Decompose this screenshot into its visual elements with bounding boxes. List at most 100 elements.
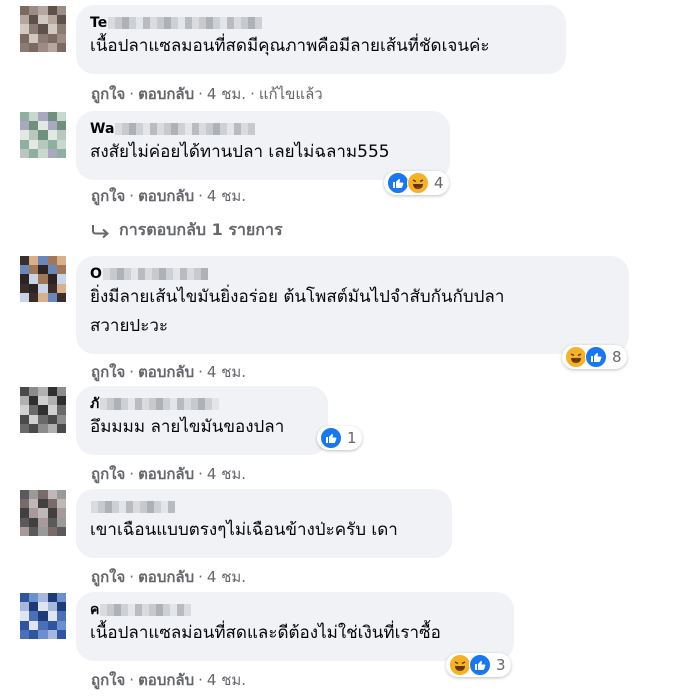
reply-link[interactable]: ตอบกลับ <box>138 187 194 205</box>
reply-link[interactable]: ตอบกลับ <box>138 85 194 103</box>
blur-pixel <box>135 604 143 616</box>
blurred-name <box>102 268 208 280</box>
blur-pixel <box>114 398 122 410</box>
avatar-pixel <box>56 396 66 406</box>
comment-bubble: ค เนื้อปลาแซลม่อนที่สดและดีต้องไม่ใช่เงิ… <box>76 592 514 661</box>
blur-pixel <box>170 398 178 410</box>
blur-pixel <box>136 17 144 29</box>
timestamp[interactable]: 4 ชม. <box>207 187 246 205</box>
avatar-pixel <box>38 130 48 140</box>
edited-label[interactable]: แก้ไขแล้ว <box>259 85 323 103</box>
blur-pixel <box>142 604 150 616</box>
reply-link[interactable]: ตอบกลับ <box>138 671 194 689</box>
view-replies-link[interactable]: การตอบกลับ 1 รายการ <box>91 218 283 243</box>
reply-link[interactable]: ตอบกลับ <box>138 465 194 483</box>
avatar-pixel <box>56 112 66 122</box>
comment-actions: ถูกใจ · ตอบกลับ · 4 ชม. · แก้ไขแล้ว <box>91 82 323 106</box>
avatar-pixel <box>47 148 57 158</box>
blur-pixel <box>177 604 185 616</box>
blurred-name <box>115 123 256 135</box>
blur-pixel <box>157 17 165 29</box>
avatar-pixel <box>29 265 39 275</box>
timestamp[interactable]: 4 ชม. <box>207 85 246 103</box>
blur-pixel <box>185 17 193 29</box>
commenter-name[interactable]: Te <box>90 14 552 32</box>
avatar-pixel <box>47 593 57 603</box>
blur-pixel <box>199 123 207 135</box>
avatar-pixel <box>20 256 30 266</box>
avatar-pixel <box>29 42 39 52</box>
blur-pixel <box>177 398 185 410</box>
blur-pixel <box>123 268 131 280</box>
avatar[interactable] <box>20 490 66 536</box>
timestamp[interactable]: 4 ชม. <box>207 671 246 689</box>
blur-pixel <box>234 123 242 135</box>
timestamp[interactable]: 4 ชม. <box>207 465 246 483</box>
separator: · <box>129 568 135 586</box>
avatar[interactable] <box>20 6 66 52</box>
commenter-name[interactable]: O <box>90 265 615 283</box>
avatar-pixel <box>56 508 66 518</box>
avatar-pixel <box>38 490 48 500</box>
reply-link[interactable]: ตอบกลับ <box>138 568 194 586</box>
commenter-name[interactable]: Wa <box>90 120 436 138</box>
timestamp[interactable]: 4 ชม. <box>207 568 246 586</box>
commenter-name[interactable]: ค <box>90 601 500 619</box>
avatar-pixel <box>20 33 30 43</box>
blur-pixel <box>135 398 143 410</box>
avatar-pixel <box>47 490 57 500</box>
avatar-pixel <box>56 526 66 536</box>
blur-pixel <box>200 268 208 280</box>
blur-pixel <box>140 501 147 513</box>
avatar-pixel <box>29 387 39 397</box>
like-link[interactable]: ถูกใจ <box>91 465 125 483</box>
timestamp[interactable]: 4 ชม. <box>207 363 246 381</box>
blur-pixel <box>150 17 158 29</box>
avatar-pixel <box>20 508 30 518</box>
avatar-pixel <box>38 112 48 122</box>
avatar-pixel <box>20 24 30 34</box>
reply-link[interactable]: ตอบกลับ <box>138 363 194 381</box>
avatar-pixel <box>38 396 48 406</box>
avatar-pixel <box>56 33 66 43</box>
avatar-pixel <box>20 593 30 603</box>
like-link[interactable]: ถูกใจ <box>91 85 125 103</box>
like-icon <box>585 346 607 368</box>
blur-pixel <box>109 268 117 280</box>
reaction-summary[interactable]: 4 <box>384 171 449 195</box>
blur-pixel <box>158 268 166 280</box>
blur-pixel <box>143 17 151 29</box>
haha-icon <box>449 654 471 676</box>
avatar[interactable] <box>20 593 66 639</box>
blur-pixel <box>154 501 161 513</box>
comment-text: ยิ่งมีลายเส้นไขมันยิ่งอร่อย ต้นโพสต์มันไ… <box>90 287 505 307</box>
avatar-pixel <box>38 499 48 509</box>
avatar[interactable] <box>20 112 66 158</box>
blur-pixel <box>220 123 228 135</box>
reaction-count: 4 <box>434 174 444 192</box>
avatar-pixel <box>20 265 30 275</box>
like-link[interactable]: ถูกใจ <box>91 363 125 381</box>
reaction-summary[interactable]: 1 <box>317 426 362 450</box>
blur-pixel <box>178 123 186 135</box>
blur-pixel <box>165 268 173 280</box>
commenter-name[interactable]: ภั <box>90 395 314 413</box>
like-link[interactable]: ถูกใจ <box>91 671 125 689</box>
commenter-name[interactable] <box>90 498 438 516</box>
blur-pixel <box>143 123 151 135</box>
avatar-pixel <box>47 6 57 16</box>
reaction-summary[interactable]: 3 <box>446 653 511 677</box>
comment-bubble: Wa สงสัยไม่ค่อยได้ทานปลา เลยไม่ฉลาม555 <box>76 111 450 180</box>
avatar[interactable] <box>20 387 66 433</box>
like-link[interactable]: ถูกใจ <box>91 568 125 586</box>
avatar-pixel <box>38 24 48 34</box>
avatar-pixel <box>56 490 66 500</box>
comment-bubble: O ยิ่งมีลายเส้นไขมันยิ่งอร่อย ต้นโพสต์มั… <box>76 256 629 354</box>
reaction-summary[interactable]: 8 <box>562 345 627 369</box>
avatar-pixel <box>47 292 57 302</box>
avatar-pixel <box>56 620 66 630</box>
like-link[interactable]: ถูกใจ <box>91 187 125 205</box>
avatar-pixel <box>56 24 66 34</box>
blur-pixel <box>213 17 221 29</box>
avatar[interactable] <box>20 256 66 302</box>
